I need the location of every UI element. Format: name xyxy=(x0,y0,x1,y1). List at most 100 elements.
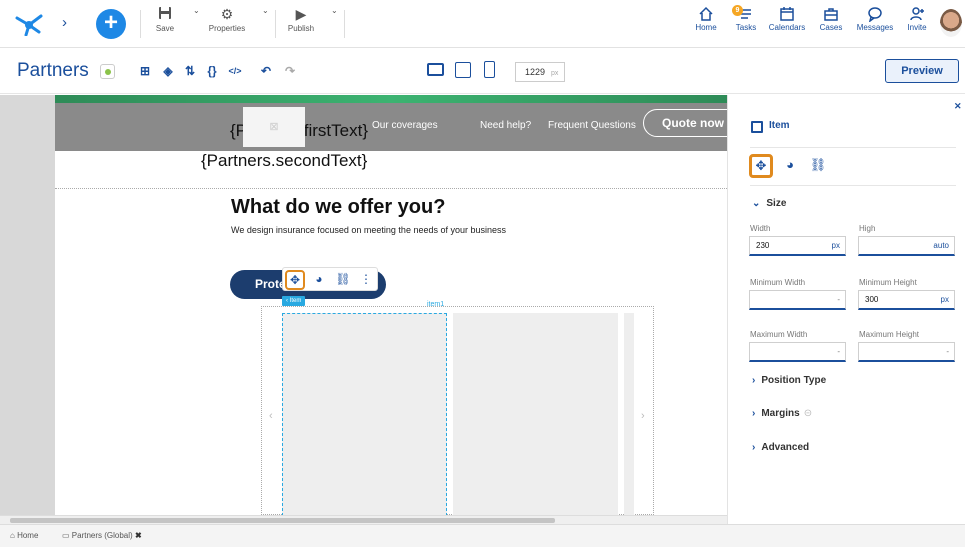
properties-panel: ✕ Item ✥ ◕ ⛓ ⌄ Size Width 230 px High auto… xyxy=(727,95,965,524)
nav-messages[interactable]: Messages xyxy=(855,6,895,32)
max-height-label: Maximum Height xyxy=(859,330,920,339)
link-icon[interactable]: ⛓ xyxy=(333,270,353,290)
tasks-badge: 9 xyxy=(732,5,743,16)
carousel[interactable]: ‹ › xyxy=(261,306,654,515)
tab-link-icon[interactable]: ⛓ xyxy=(806,154,830,178)
redo-icon[interactable]: ↷ xyxy=(281,62,299,80)
grid-icon[interactable]: ⊞ xyxy=(136,62,154,80)
palette-icon[interactable]: ◕ xyxy=(309,270,329,290)
user-avatar[interactable] xyxy=(940,9,962,37)
width-label: Width xyxy=(750,224,771,233)
nav-home[interactable]: Home xyxy=(686,6,726,32)
app-logo-icon[interactable] xyxy=(14,10,44,41)
position-type-section-header[interactable]: › Position Type xyxy=(752,375,826,386)
page-preview: Our coverages Need help? Frequent Questi… xyxy=(55,95,727,515)
high-label: High xyxy=(859,224,876,233)
chevron-right-icon: › xyxy=(752,375,756,386)
hero-banner[interactable]: Our coverages Need help? Frequent Questi… xyxy=(55,95,727,151)
tab-style-palette-icon[interactable]: ◕ xyxy=(778,154,802,178)
chevron-right-icon: › xyxy=(752,408,756,419)
nav-link-coverages[interactable]: Our coverages xyxy=(372,120,438,131)
carousel-prev-icon[interactable]: ‹ xyxy=(269,410,273,422)
max-width-input[interactable]: - xyxy=(749,342,846,362)
tab-layout-move-icon[interactable]: ✥ xyxy=(749,154,773,178)
design-canvas[interactable]: Our coverages Need help? Frequent Questi… xyxy=(0,95,727,515)
nav-calendars[interactable]: Calendars xyxy=(767,6,807,32)
divider xyxy=(275,10,276,38)
min-width-input[interactable]: - xyxy=(749,290,846,310)
nav-link-help[interactable]: Need help? xyxy=(480,120,531,131)
divider xyxy=(750,147,956,148)
move-icon[interactable]: ✥ xyxy=(285,270,305,290)
size-section-header[interactable]: ⌄ Size xyxy=(752,198,786,209)
chat-icon xyxy=(868,7,882,22)
link-icon: ⊝ xyxy=(803,408,813,419)
panel-title: Item xyxy=(769,120,790,131)
canvas-horizontal-scrollbar[interactable] xyxy=(0,515,727,524)
add-button[interactable]: + xyxy=(96,9,126,39)
properties-dropdown-icon[interactable]: ⌄ xyxy=(262,6,269,15)
carousel-next-icon[interactable]: › xyxy=(641,410,645,422)
chevron-right-icon: › xyxy=(752,442,756,453)
high-input[interactable]: auto xyxy=(858,236,955,256)
max-height-input[interactable]: - xyxy=(858,342,955,362)
bottom-tab-bar: ⌂ Home ▭ Partners (Global) ✖ xyxy=(0,524,965,547)
item-breadcrumb-tag[interactable]: ‹ Item xyxy=(282,296,306,306)
offer-description[interactable]: We design insurance focused on meeting t… xyxy=(231,225,506,235)
second-text-template[interactable]: {Partners.secondText} xyxy=(201,151,367,171)
width-input[interactable]: 230 px xyxy=(749,236,846,256)
page-title: Partners xyxy=(17,60,89,81)
offer-heading[interactable]: What do we offer you? xyxy=(231,196,445,219)
mobile-view-icon[interactable] xyxy=(484,61,495,78)
quote-now-button[interactable]: Quote now xyxy=(643,109,727,137)
carousel-item[interactable] xyxy=(453,313,618,515)
max-width-label: Maximum Width xyxy=(750,330,808,339)
margins-section-header[interactable]: › Margins ⊝ xyxy=(752,408,812,419)
min-height-input[interactable]: 300 px xyxy=(858,290,955,310)
image-placeholder-icon[interactable]: ⊠ xyxy=(243,107,305,147)
page-icon: ▭ xyxy=(62,531,72,540)
carousel-item-selected[interactable] xyxy=(282,313,447,515)
close-panel-icon[interactable]: ✕ xyxy=(954,101,962,112)
properties-button[interactable]: ⚙ Properties xyxy=(207,6,247,33)
play-icon: ▶ xyxy=(295,6,307,22)
save-icon xyxy=(150,6,180,24)
more-options-icon[interactable]: ⋮ xyxy=(356,270,376,290)
carousel-item[interactable] xyxy=(624,313,634,515)
publish-dropdown-icon[interactable]: ⌄ xyxy=(331,6,338,15)
item-floating-toolbar: ✥ ◕ ⛓ ⋮ xyxy=(282,267,378,291)
undo-icon[interactable]: ↶ xyxy=(257,62,275,80)
code-icon[interactable]: </> xyxy=(226,62,244,80)
section-boundary xyxy=(55,188,727,189)
calendar-icon xyxy=(780,7,794,21)
nav-link-faq[interactable]: Frequent Questions xyxy=(548,120,636,131)
sort-icon[interactable]: ⇅ xyxy=(181,62,199,80)
scrollbar-thumb[interactable] xyxy=(10,518,555,523)
nav-cases[interactable]: Cases xyxy=(811,6,851,32)
save-button[interactable]: Save xyxy=(150,6,180,33)
publish-button[interactable]: ▶ Publish xyxy=(285,6,317,33)
save-dropdown-icon[interactable]: ⌄ xyxy=(193,6,200,15)
preview-button[interactable]: Preview xyxy=(885,59,959,83)
min-width-label: Minimum Width xyxy=(750,278,806,287)
top-bar: › + Save ⌄ ⚙ Properties ⌄ ▶ Publish ⌄ Ho… xyxy=(0,0,965,48)
tab-home[interactable]: ⌂ Home xyxy=(10,531,38,540)
tablet-view-icon[interactable] xyxy=(455,62,471,78)
briefcase-icon xyxy=(824,8,838,21)
desktop-view-icon[interactable] xyxy=(427,63,444,76)
divider xyxy=(750,185,956,186)
tab-partners[interactable]: ▭ Partners (Global) ✖ xyxy=(62,531,142,540)
item-icon xyxy=(751,121,763,133)
expand-menu-icon[interactable]: › xyxy=(62,14,67,31)
home-icon: ⌂ xyxy=(10,531,18,540)
layers-icon[interactable]: ◈ xyxy=(159,62,177,80)
close-tab-icon[interactable]: ✖ xyxy=(135,531,142,540)
divider xyxy=(344,10,345,38)
invite-icon xyxy=(910,7,924,21)
advanced-section-header[interactable]: › Advanced xyxy=(752,442,809,453)
nav-invite[interactable]: Invite xyxy=(897,6,937,32)
braces-icon[interactable]: {} xyxy=(203,62,221,80)
canvas-width-input[interactable]: 1229 px xyxy=(515,62,565,82)
hero-accent-strip xyxy=(55,95,727,103)
editor-toolbar: Partners ⊞ ◈ ⇅ {} </> ↶ ↷ 1229 px Preview xyxy=(0,49,965,94)
